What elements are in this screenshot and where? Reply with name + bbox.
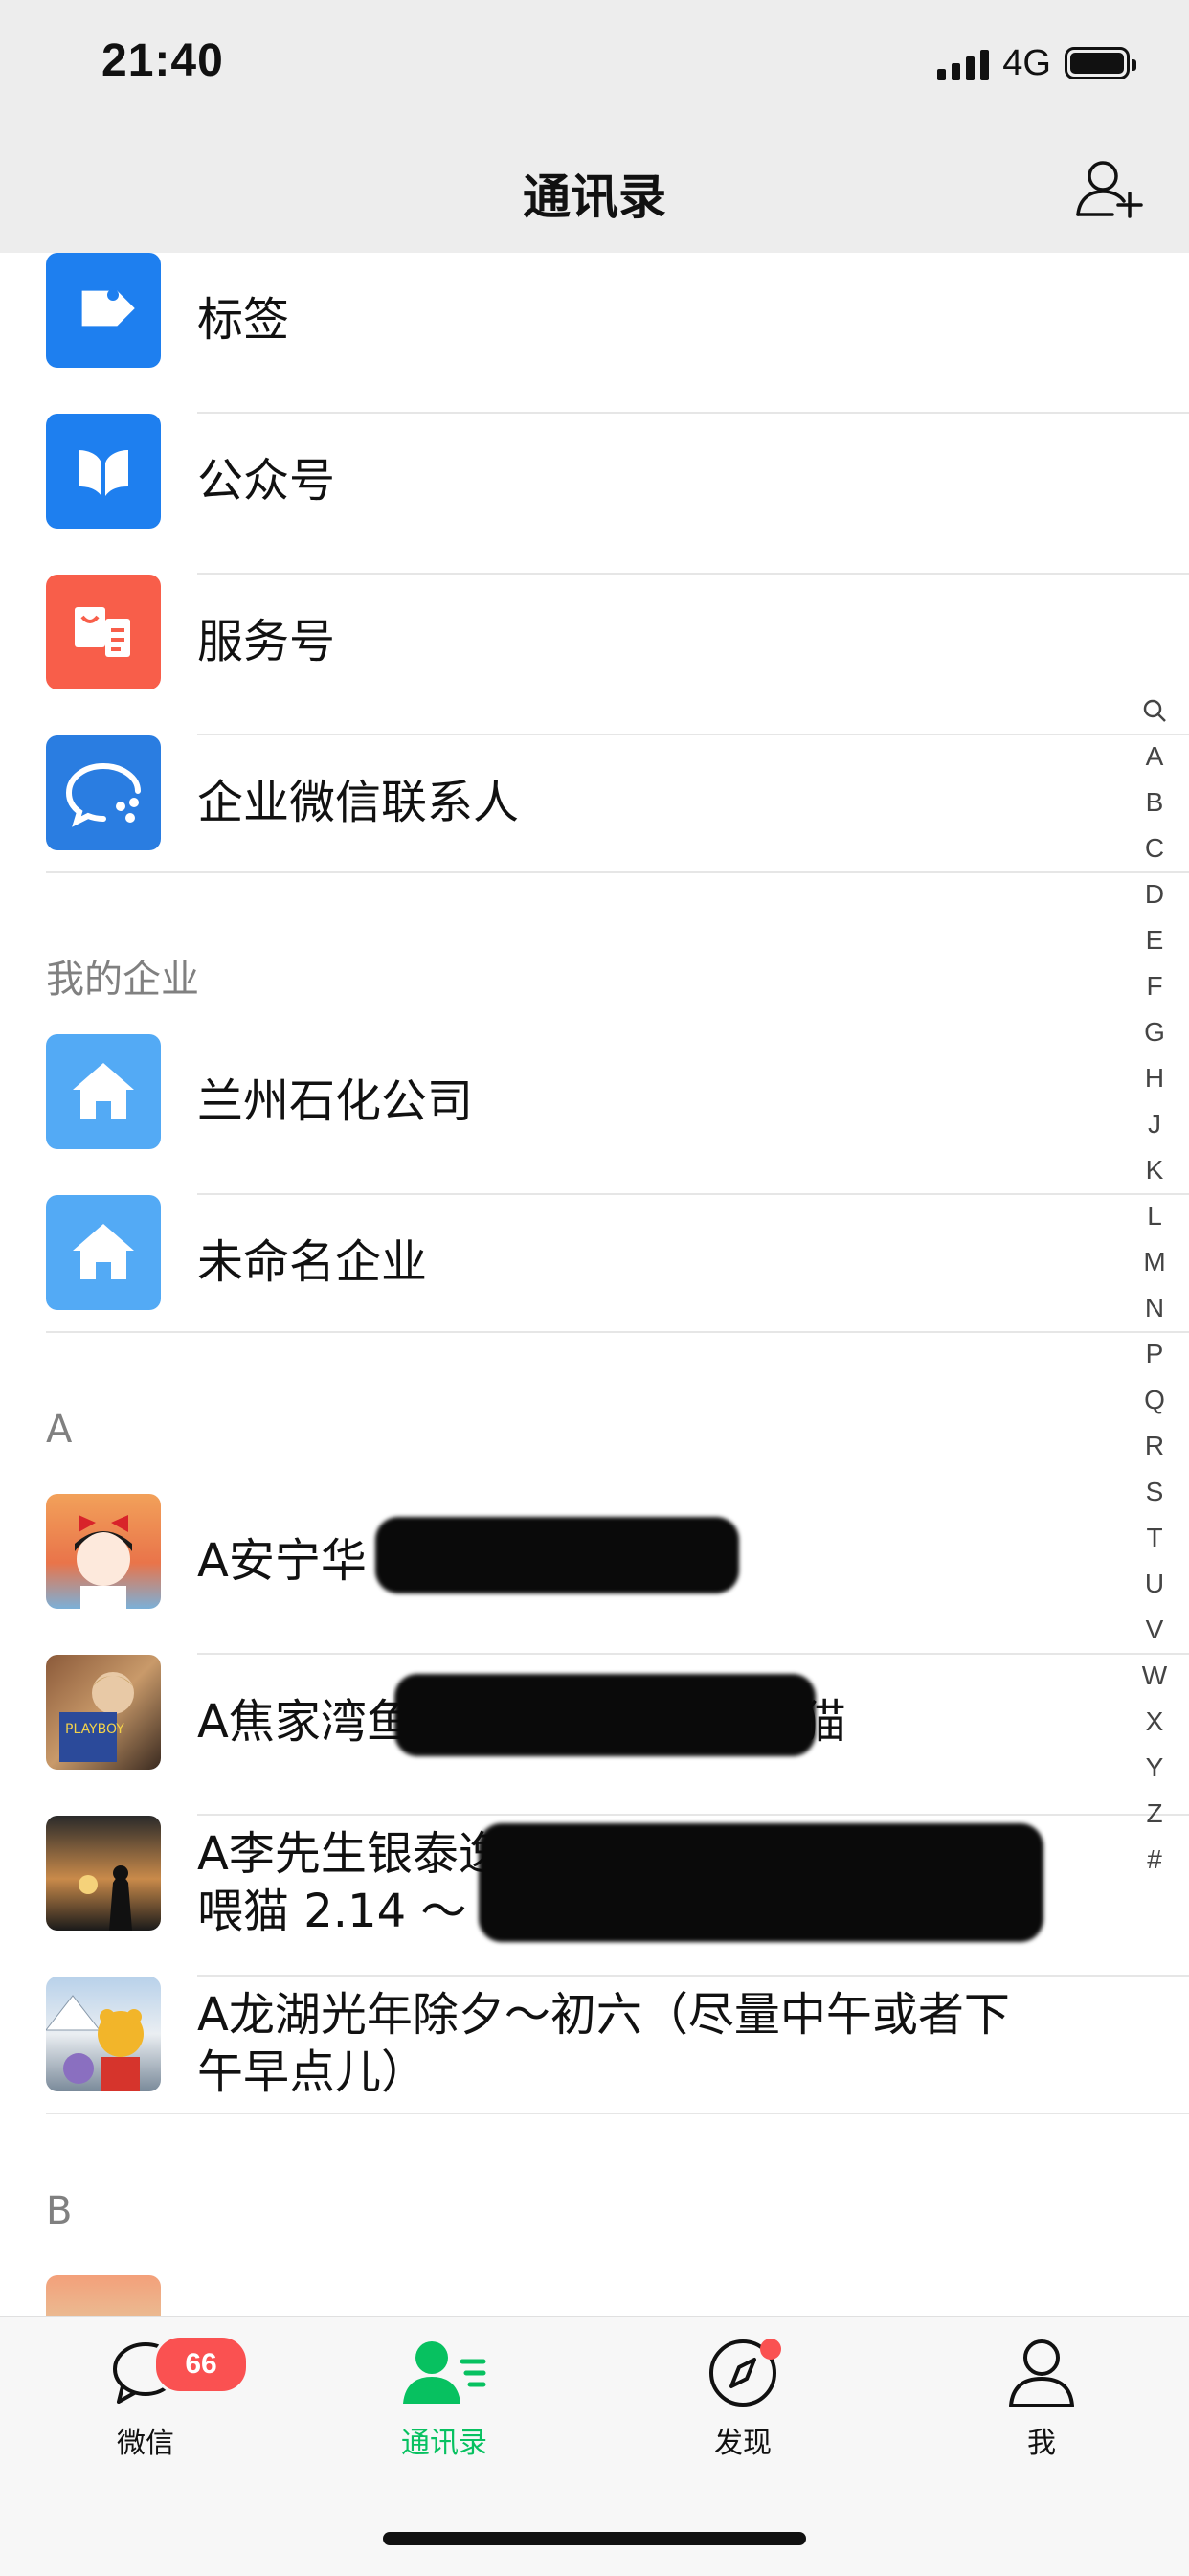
index-letter[interactable]: L [1126, 1193, 1183, 1239]
redaction-mark [394, 1674, 816, 1756]
index-letter[interactable]: M [1126, 1239, 1183, 1285]
tab-label: 我 [1027, 2427, 1056, 2460]
home-icon [46, 1034, 161, 1149]
contact-row[interactable]: A安宁华 小狗 [0, 1494, 1189, 1655]
redaction-mark [479, 1823, 1043, 1942]
contact-name: A焦家湾鱼 [197, 1695, 413, 1749]
tab-label: 发现 [714, 2427, 772, 2460]
tab-me[interactable]: 我 [946, 2337, 1137, 2461]
list-item-enterprise[interactable]: 兰州石化公司 [0, 1034, 1189, 1195]
tab-chats[interactable]: 微信 66 [50, 2335, 249, 2461]
tab-contacts[interactable]: 通讯录 [348, 2337, 540, 2461]
section-letter-a: A [46, 1408, 73, 1452]
wecom-contact-icon [46, 735, 161, 850]
status-time: 21:40 [101, 35, 224, 86]
list-item-label: 公众号 [197, 454, 336, 508]
avatar [46, 1977, 161, 2091]
index-letter[interactable]: A [1126, 734, 1183, 780]
list-item-label: 标签 [197, 293, 290, 347]
index-letter[interactable]: N [1126, 1285, 1183, 1331]
contact-name-line2: 午早点儿） [197, 2045, 428, 2099]
page-title: 通讯录 [523, 169, 666, 225]
signal-icon [937, 46, 990, 80]
unread-badge: 66 [153, 2335, 249, 2394]
index-letter[interactable]: W [1126, 1653, 1183, 1699]
index-letter[interactable]: B [1126, 780, 1183, 825]
top-bar: 21:40 4G 通讯录 [0, 0, 1189, 253]
index-letter[interactable]: # [1126, 1837, 1183, 1883]
section-letter-b: B [46, 2189, 73, 2233]
index-letter[interactable]: F [1126, 963, 1183, 1009]
index-letter[interactable]: K [1126, 1147, 1183, 1193]
alphabet-index[interactable]: A B C D E F G H J K L M N P Q R S T U V … [1126, 688, 1183, 1883]
tab-label: 通讯录 [401, 2427, 487, 2460]
index-letter[interactable]: S [1126, 1469, 1183, 1515]
section-title-enterprise: 我的企业 [46, 958, 199, 1002]
contact-name: A安宁华 [197, 1534, 367, 1588]
index-letter[interactable]: U [1126, 1561, 1183, 1607]
network-type: 4G [1002, 42, 1051, 83]
index-letter[interactable]: Y [1126, 1745, 1183, 1791]
index-letter[interactable]: G [1126, 1009, 1183, 1055]
divider [46, 1331, 1189, 1333]
index-letter[interactable]: R [1126, 1423, 1183, 1469]
list-item-label: 未命名企业 [197, 1235, 428, 1289]
person-icon [1009, 2339, 1074, 2407]
official-account-icon [46, 414, 161, 529]
home-icon [46, 1195, 161, 1310]
index-letter[interactable]: X [1126, 1699, 1183, 1745]
home-indicator[interactable] [383, 2532, 806, 2545]
index-letter[interactable]: P [1126, 1331, 1183, 1377]
svg-text:PLAYBOY: PLAYBOY [65, 1722, 124, 1737]
index-letter[interactable]: Z [1126, 1791, 1183, 1837]
index-letter[interactable]: J [1126, 1101, 1183, 1147]
add-contact-icon[interactable] [1074, 157, 1145, 218]
list-item-tags[interactable]: 标签 [0, 253, 1189, 414]
avatar [46, 1494, 161, 1609]
tag-icon [46, 253, 161, 368]
index-letter[interactable]: T [1126, 1515, 1183, 1561]
list-item-official-accounts[interactable]: 公众号 [0, 414, 1189, 575]
tab-discover[interactable]: 发现 [647, 2337, 839, 2461]
list-item-label: 兰州石化公司 [197, 1074, 474, 1128]
index-letter[interactable]: E [1126, 917, 1183, 963]
list-item-label: 服务号 [197, 615, 336, 668]
index-letter[interactable]: D [1126, 871, 1183, 917]
contacts-icon [403, 2341, 486, 2404]
contact-row[interactable]: A李先生银泰逸 02 喂猫 2.14 ～ 2.22 [0, 1816, 1189, 1977]
notification-dot [760, 2339, 781, 2360]
service-account-icon [46, 575, 161, 689]
status-indicators: 4G [937, 42, 1136, 84]
index-letter[interactable]: V [1126, 1607, 1183, 1653]
index-letter[interactable]: H [1126, 1055, 1183, 1101]
list-item-label: 企业微信联系人 [197, 776, 520, 829]
index-letter[interactable]: Q [1126, 1377, 1183, 1423]
search-icon[interactable] [1126, 688, 1183, 734]
divider [46, 871, 1189, 873]
avatar [46, 1816, 161, 1931]
contact-name: A李先生银泰逸 [197, 1827, 505, 1881]
contact-row[interactable]: PLAYBOY A焦家湾鱼 只小猫 [0, 1655, 1189, 1816]
redaction-mark [375, 1517, 739, 1593]
list-item-service-accounts[interactable]: 服务号 [0, 575, 1189, 735]
avatar: PLAYBOY [46, 1655, 161, 1770]
battery-icon [1065, 47, 1136, 79]
index-letter[interactable]: C [1126, 825, 1183, 871]
tab-label: 微信 [117, 2427, 174, 2460]
divider [46, 2113, 1189, 2114]
contact-name: A龙湖光年除夕～初六（尽量中午或者下 [197, 1988, 1010, 2042]
